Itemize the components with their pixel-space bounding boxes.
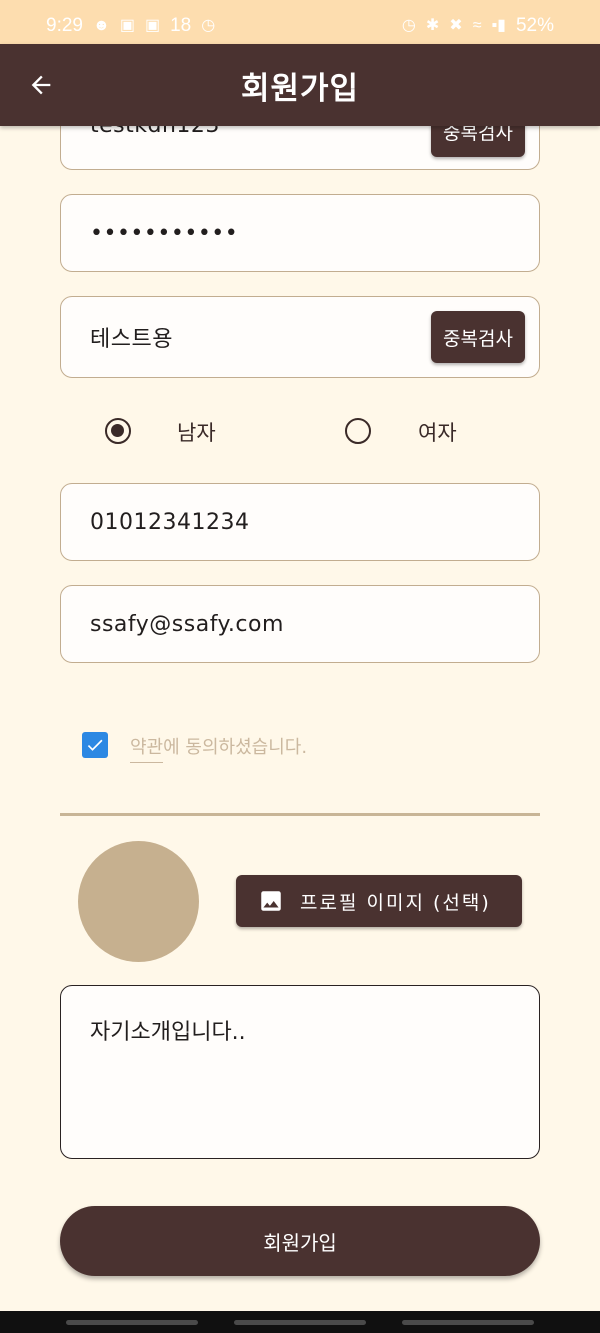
status-bar: 9:29 ☻ ▣ ▣ 18 ◷ ◷ ✱ ✖ ≈ ▪▮ 52%: [0, 0, 600, 44]
status-right: ◷ ✱ ✖ ≈ ▪▮ 52%: [402, 15, 554, 37]
status-left: 9:29 ☻ ▣ ▣ 18 ◷: [46, 15, 215, 37]
alarm-icon: ◷: [201, 17, 216, 34]
divider: [60, 813, 540, 816]
gender-radio-male[interactable]: [105, 418, 131, 444]
nickname-duplicate-check-button[interactable]: 중복검사: [431, 311, 525, 363]
phone-field-value: 01012341234: [90, 509, 250, 535]
nickname-field[interactable]: 테스트용 중복검사: [60, 296, 540, 378]
status-time: 9:29: [46, 15, 83, 36]
nav-back-button[interactable]: [402, 1320, 534, 1325]
signal-icon: ▪▮: [491, 17, 506, 34]
battery-percent: 52%: [515, 15, 554, 36]
avatar: [78, 841, 199, 962]
profile-image-button-label: 프로필 이미지 (선택): [300, 891, 491, 914]
screen-icon: ▣: [119, 17, 135, 34]
checkmark-icon: [87, 739, 103, 751]
password-field[interactable]: •••••••••••: [60, 194, 540, 272]
app-bar: 회원가입: [0, 44, 600, 126]
terms-agree-text: 에 동의하셨습니다.: [163, 737, 308, 758]
gender-radio-group: 남자 여자: [0, 408, 600, 454]
signup-submit-button[interactable]: 회원가입: [60, 1206, 540, 1276]
terms-checkbox[interactable]: [82, 732, 108, 758]
image-icon: [261, 891, 281, 911]
system-nav-bar: [0, 1311, 600, 1333]
nickname-field-value: 테스트용: [90, 327, 173, 352]
email-field[interactable]: ssafy@ssafy.com: [60, 585, 540, 663]
phone-field[interactable]: 01012341234: [60, 483, 540, 561]
email-field-value: ssafy@ssafy.com: [90, 611, 284, 637]
gender-label-male: 남자: [177, 421, 216, 445]
alarm-icon: ◷: [401, 17, 416, 34]
terms-text: 약관에 동의하셨습니다.: [130, 733, 308, 763]
screen-icon: ▣: [144, 17, 161, 34]
bluetooth-icon: ✱: [425, 17, 440, 34]
nav-home-button[interactable]: [234, 1320, 366, 1325]
self-intro-value: 자기소개입니다..: [90, 1020, 246, 1045]
terms-link[interactable]: 약관: [130, 737, 164, 763]
profile-image-button[interactable]: 프로필 이미지 (선택): [236, 875, 522, 927]
nav-recent-button[interactable]: [66, 1320, 198, 1325]
notification-count: 18: [170, 15, 192, 36]
password-field-value: •••••••••••: [90, 220, 239, 246]
gender-radio-female[interactable]: [345, 418, 371, 444]
mute-icon: ✖: [449, 17, 463, 34]
self-intro-textarea[interactable]: 자기소개입니다..: [60, 985, 540, 1159]
person-icon: ☻: [92, 17, 110, 34]
page-title: 회원가입: [240, 71, 360, 107]
gender-label-female: 여자: [418, 421, 457, 445]
wifi-icon: ≈: [472, 17, 482, 34]
